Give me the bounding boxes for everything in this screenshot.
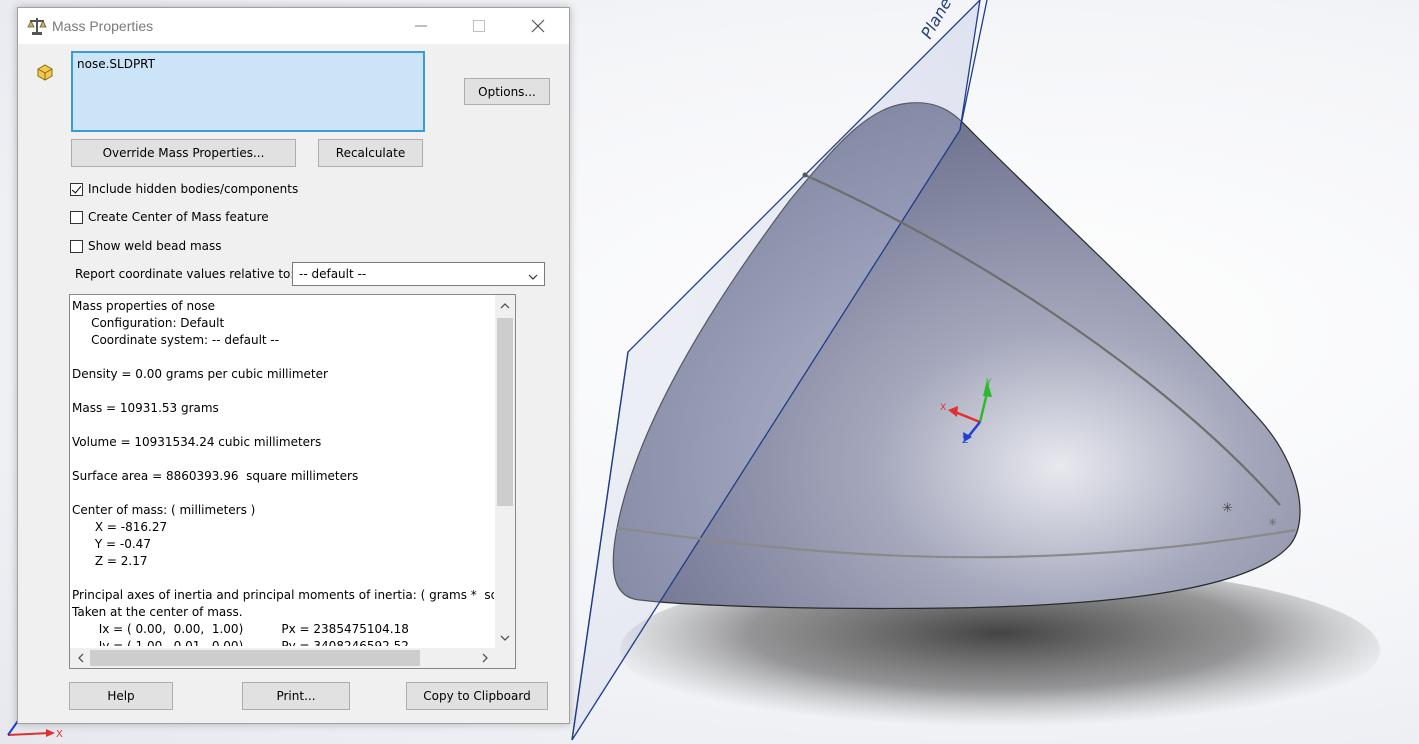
corner-x-label: X — [56, 729, 63, 740]
close-icon — [531, 19, 545, 33]
create-com-checkbox[interactable] — [70, 210, 83, 224]
include-hidden-checkbox[interactable] — [70, 182, 83, 196]
results-line: Surface area = 8860393.96 square millime… — [72, 469, 359, 483]
minimize-button[interactable] — [398, 8, 444, 44]
results-line: Mass = 10931.53 grams — [72, 401, 219, 415]
scale-icon — [27, 16, 47, 36]
title-bar[interactable]: Mass Properties — [18, 8, 569, 44]
scroll-right-icon[interactable] — [475, 648, 495, 668]
part-icon — [35, 61, 55, 81]
print-button[interactable]: Print... — [242, 682, 350, 710]
results-line: Center of mass: ( millimeters ) — [72, 503, 256, 517]
results-line — [72, 485, 494, 502]
override-mass-properties-button[interactable]: Override Mass Properties... — [71, 139, 296, 167]
create-com-label: Create Center of Mass feature — [88, 210, 269, 224]
maximize-icon — [473, 20, 485, 32]
results-line: Density = 0.00 grams per cubic millimete… — [72, 367, 328, 381]
help-button[interactable]: Help — [69, 682, 173, 710]
include-hidden-checkbox-row[interactable]: Include hidden bodies/components — [70, 180, 298, 198]
results-line: Ix = ( 0.00, 0.00, 1.00) Px = 2385475104… — [72, 622, 409, 636]
vertical-scrollbar[interactable] — [495, 295, 515, 648]
selected-items-list[interactable]: nose.SLDPRT — [71, 51, 425, 132]
results-line: Y = -0.47 — [72, 537, 151, 551]
results-line — [72, 570, 494, 587]
selected-item[interactable]: nose.SLDPRT — [77, 57, 155, 71]
scroll-corner — [495, 648, 515, 668]
coordinate-system-select[interactable]: -- default -- — [292, 262, 545, 286]
results-line: Principal axes of inertia and principal … — [72, 588, 494, 602]
results-line: Taken at the center of mass. — [72, 605, 243, 619]
minimize-icon — [415, 25, 427, 27]
scroll-up-icon[interactable] — [495, 295, 515, 315]
include-hidden-label: Include hidden bodies/components — [88, 182, 299, 196]
options-button[interactable]: Options... — [464, 78, 550, 105]
weld-bead-checkbox-row[interactable]: Show weld bead mass — [70, 237, 222, 255]
results-line — [72, 383, 494, 400]
triad-x-label: X — [940, 403, 946, 413]
weld-bead-label: Show weld bead mass — [88, 239, 222, 253]
window-title: Mass Properties — [52, 18, 154, 34]
coordinate-system-label: Report coordinate values relative to: — [75, 267, 295, 281]
results-line: Volume = 10931534.24 cubic millimeters — [72, 435, 322, 449]
vertical-scroll-thumb[interactable] — [497, 318, 513, 506]
triad-z-label: Z — [962, 436, 968, 446]
horizontal-scroll-thumb[interactable] — [90, 650, 420, 666]
horizontal-scrollbar[interactable] — [70, 648, 495, 668]
chevron-down-icon — [528, 270, 538, 284]
results-line — [72, 417, 494, 434]
copy-to-clipboard-button[interactable]: Copy to Clipboard — [406, 682, 548, 710]
results-line: Z = 2.17 — [72, 554, 148, 568]
triad-y-label: Y — [985, 378, 992, 388]
results-textbox[interactable]: Mass properties of nose Configuration: D… — [69, 294, 516, 669]
results-line: Mass properties of nose — [72, 299, 216, 313]
weld-bead-checkbox[interactable] — [70, 239, 83, 253]
results-line: Coordinate system: -- default -- — [72, 333, 280, 347]
mass-properties-dialog: Mass Properties nose.SLDPRT Options... O… — [17, 7, 570, 724]
recalculate-button[interactable]: Recalculate — [318, 139, 423, 167]
results-line — [72, 451, 494, 468]
results-line: Configuration: Default — [72, 316, 225, 330]
results-line — [72, 349, 494, 366]
results-line: Iy = ( 1.00, 0.01, 0.00) Py = 3408246592… — [72, 639, 409, 646]
results-line: X = -816.27 — [72, 520, 168, 534]
com-marker-1: ✳ — [1222, 501, 1233, 516]
maximize-button[interactable] — [456, 8, 502, 44]
coordinate-system-value: -- default -- — [299, 267, 367, 281]
create-com-checkbox-row[interactable]: Create Center of Mass feature — [70, 208, 269, 226]
scroll-down-icon[interactable] — [495, 628, 515, 648]
com-marker-2: ✳ — [1268, 516, 1277, 529]
close-button[interactable] — [515, 8, 561, 44]
scroll-left-icon[interactable] — [70, 648, 90, 668]
results-text: Mass properties of nose Configuration: D… — [72, 298, 494, 646]
